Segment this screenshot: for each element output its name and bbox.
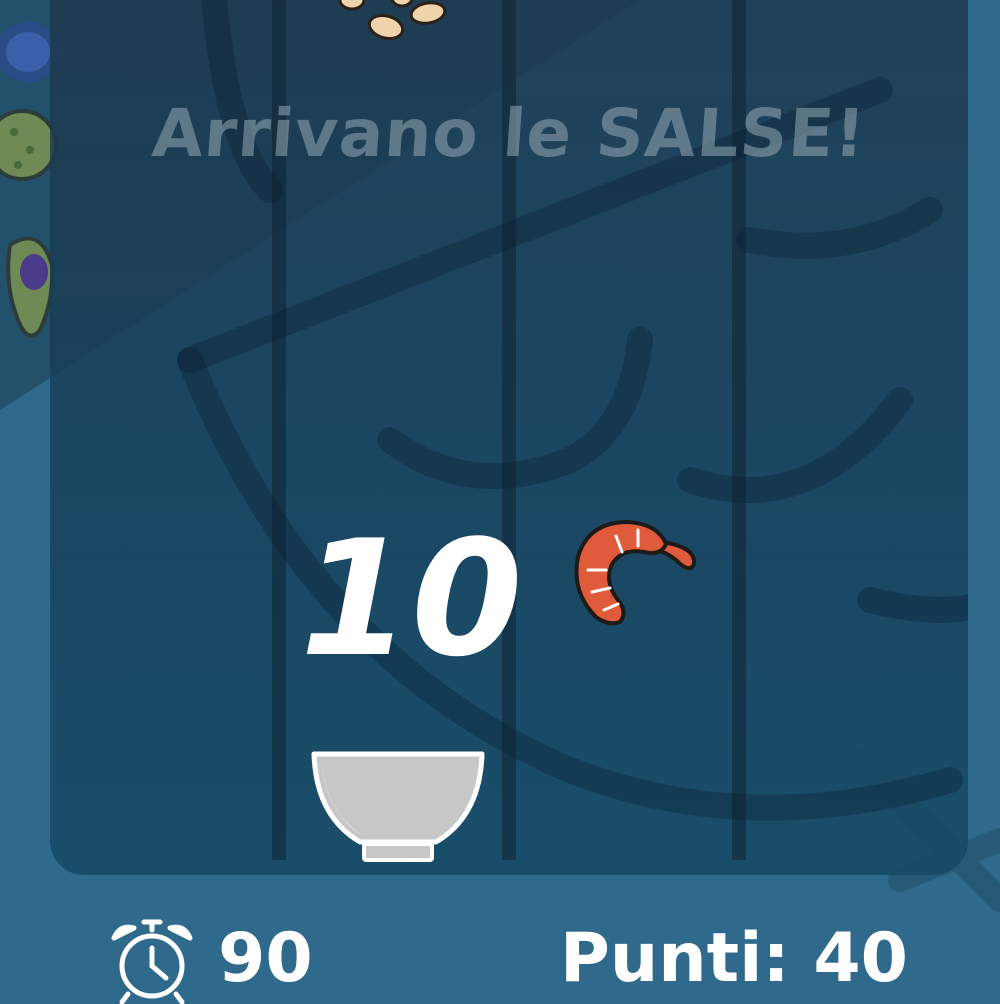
bowl-icon[interactable]: [310, 750, 486, 868]
score-display: Punti: 40: [560, 925, 908, 993]
score-label: Punti:: [560, 919, 790, 998]
timer-value: 90: [218, 919, 313, 998]
score-value: 40: [813, 919, 908, 998]
countdown-number: 10: [300, 505, 523, 692]
sesame-seeds-icon: [338, 0, 447, 41]
shrimp-icon: [574, 520, 697, 626]
alarm-clock-icon: [111, 919, 193, 1004]
level-banner: Arrivano le SALSE!: [149, 95, 869, 172]
